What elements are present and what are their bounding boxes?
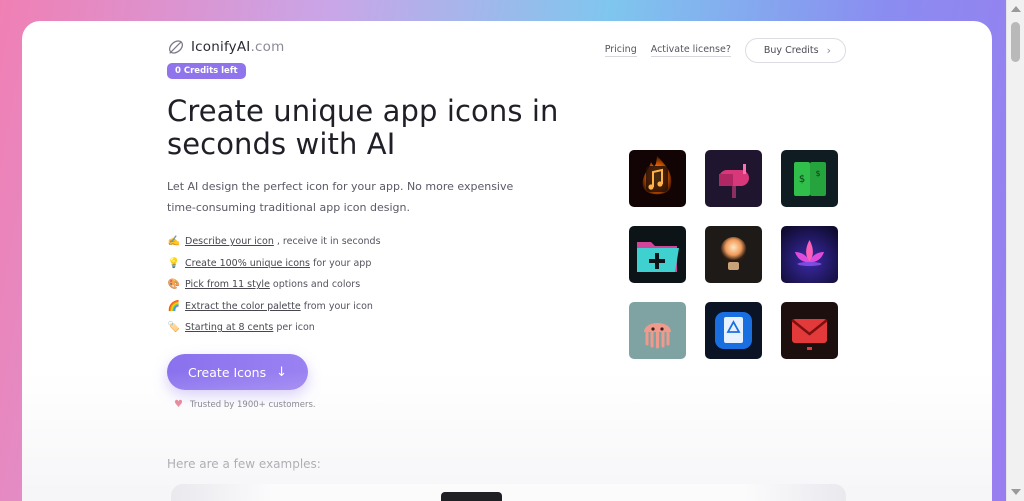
scrollbar-thumb[interactable] (1011, 22, 1020, 62)
rainbow-icon: 🌈 (167, 300, 181, 312)
hero-headline: Create unique app icons in seconds with … (167, 94, 559, 161)
arrow-down-icon: ↓ (276, 364, 288, 380)
trusted-note: ♥ Trusted by 1900+ customers. (174, 399, 316, 410)
feature-text: , receive it in seconds (276, 236, 381, 248)
feature-link[interactable]: Starting at 8 cents (185, 322, 273, 333)
examples-preview (441, 492, 502, 501)
palette-icon: 🎨 (167, 279, 181, 291)
buy-credits-button[interactable]: Buy Credits › (744, 38, 846, 63)
nav-activate-license-link[interactable]: Activate license? (650, 44, 731, 57)
brand-name: IconifyAI.com (191, 39, 285, 55)
writing-hand-icon: ✍️ (167, 236, 181, 248)
leaf-logo-icon (169, 40, 183, 54)
feature-item: 🎨 Pick from 11 style options and colors (167, 274, 381, 296)
create-icons-button[interactable]: Create Icons ↓ (167, 354, 308, 390)
feature-item: ✍️ Describe your icon , receive it in se… (167, 231, 381, 253)
examples-panel (171, 484, 846, 501)
jellyfish-icon (629, 302, 686, 359)
feature-item: 🏷️ Starting at 8 cents per icon (167, 317, 381, 339)
feature-text: options and colors (272, 279, 361, 291)
music-flame-icon (629, 150, 686, 207)
chevron-right-icon: › (826, 44, 831, 57)
folder-plus-icon (629, 226, 686, 283)
buy-credits-label: Buy Credits (763, 45, 819, 56)
heart-icon: ♥ (174, 399, 183, 410)
lightbulb-icon (705, 226, 762, 283)
feature-link[interactable]: Pick from 11 style (185, 279, 270, 290)
feature-text: per icon (276, 322, 315, 334)
scroll-down-arrow-icon[interactable] (1011, 489, 1021, 495)
hero-subtext: Let AI design the perfect icon for your … (167, 180, 514, 214)
feature-link[interactable]: Extract the color palette (185, 301, 301, 312)
main-card: IconifyAI.com 0 Credits left Pricing Act… (22, 21, 992, 501)
red-envelope-icon (781, 302, 838, 359)
svg-text:$: $ (815, 169, 820, 178)
money-book-icon: $ $ (781, 150, 838, 207)
lightbulb-emoji-icon: 💡 (167, 257, 181, 269)
feature-link[interactable]: Create 100% unique icons (185, 258, 310, 269)
brand-logo[interactable]: IconifyAI.com (167, 38, 284, 56)
nav-pricing-link[interactable]: Pricing (604, 44, 637, 57)
mailbox-icon (705, 150, 762, 207)
example-icon-grid: $ $ (629, 150, 838, 359)
scroll-up-arrow-icon[interactable] (1011, 6, 1021, 12)
feature-text: for your app (313, 257, 372, 269)
feature-item: 🌈 Extract the color palette from your ic… (167, 296, 381, 318)
svg-text:$: $ (799, 174, 805, 185)
lotus-icon (781, 226, 838, 283)
blue-document-icon (705, 302, 762, 359)
page-scrollbar[interactable] (1006, 0, 1024, 501)
create-icons-label: Create Icons (187, 364, 267, 380)
trusted-text: Trusted by 1900+ customers. (189, 399, 316, 410)
feature-text: from your icon (303, 300, 373, 312)
feature-list: ✍️ Describe your icon , receive it in se… (167, 231, 381, 339)
feature-link[interactable]: Describe your icon (185, 236, 274, 247)
examples-heading: Here are a few examples: (167, 457, 321, 471)
price-tag-icon: 🏷️ (167, 322, 181, 334)
credits-badge: 0 Credits left (167, 63, 246, 79)
feature-item: 💡 Create 100% unique icons for your app (167, 253, 381, 275)
top-nav: Pricing Activate license? Buy Credits › (604, 38, 846, 63)
